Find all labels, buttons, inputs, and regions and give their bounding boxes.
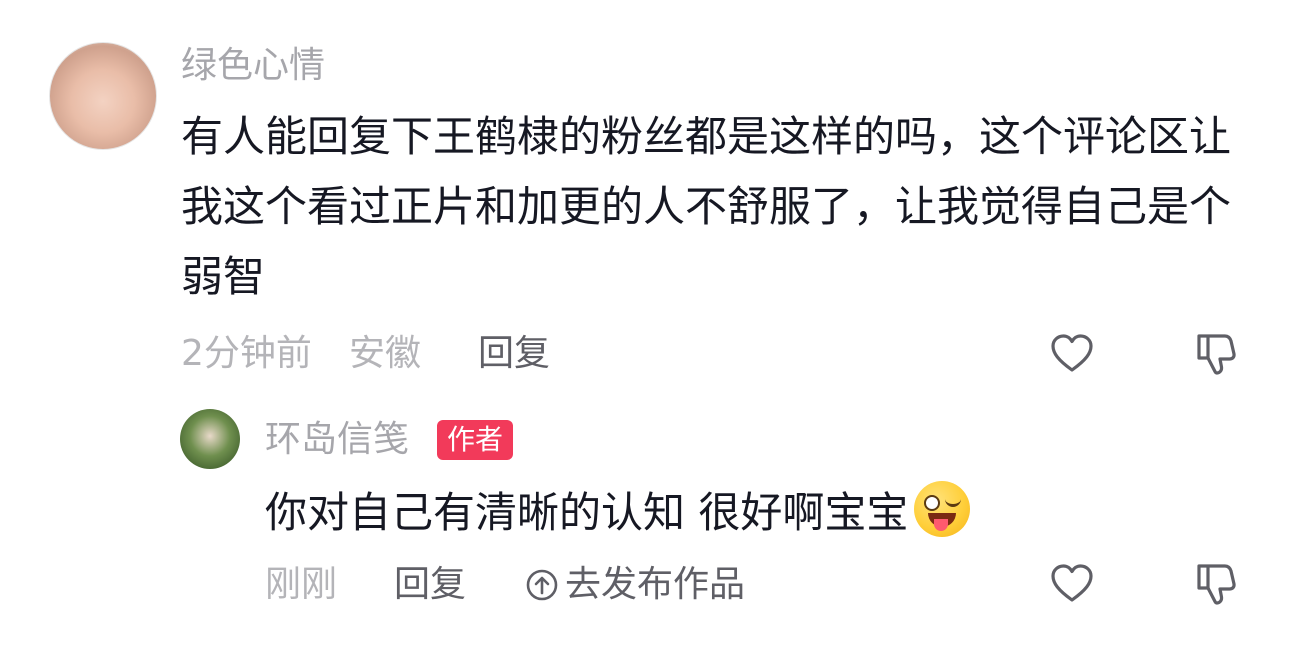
author-badge: 作者 (437, 420, 514, 460)
reply-time: 刚刚 (265, 564, 338, 605)
author-username[interactable]: 环岛信笺 (265, 418, 409, 462)
comment-location: 安徽 (349, 333, 422, 374)
comment-reply-button[interactable]: 回复 (478, 332, 550, 376)
wink-tongue-emoji (914, 481, 971, 537)
dislike-button[interactable] (1191, 330, 1239, 378)
comment-time: 2分钟前 (181, 333, 312, 374)
reply-text: 你对自己有清晰的认知 很好啊宝宝 (265, 478, 1165, 548)
reply-dislike-button[interactable] (1191, 560, 1239, 608)
comment-thread: 绿色心情 有人能回复下王鹤棣的粉丝都是这样的吗，这个评论区让我这个看过正片和加更… (0, 0, 1290, 662)
arrow-up-circle-icon (526, 569, 558, 601)
like-button[interactable] (1048, 330, 1096, 378)
reply-reply-button[interactable]: 回复 (394, 563, 466, 607)
thumbs-down-outline-icon (1197, 334, 1236, 375)
reply-like-button[interactable] (1048, 560, 1096, 608)
author-avatar[interactable] (180, 409, 240, 469)
commenter-username[interactable]: 绿色心情 (181, 44, 325, 88)
commenter-avatar[interactable] (49, 42, 157, 150)
comment-text: 有人能回复下王鹤棣的粉丝都是这样的吗，这个评论区让我这个看过正片和加更的人不舒服… (181, 112, 1232, 301)
heart-outline-icon (1051, 334, 1093, 372)
publish-work-label: 去发布作品 (565, 564, 746, 605)
publish-work-link[interactable]: 去发布作品 (525, 563, 745, 607)
reply-text-content: 你对自己有清晰的认知 很好啊宝宝 (265, 488, 909, 537)
thumbs-down-outline-icon (1197, 564, 1236, 605)
heart-outline-icon (1051, 564, 1093, 602)
